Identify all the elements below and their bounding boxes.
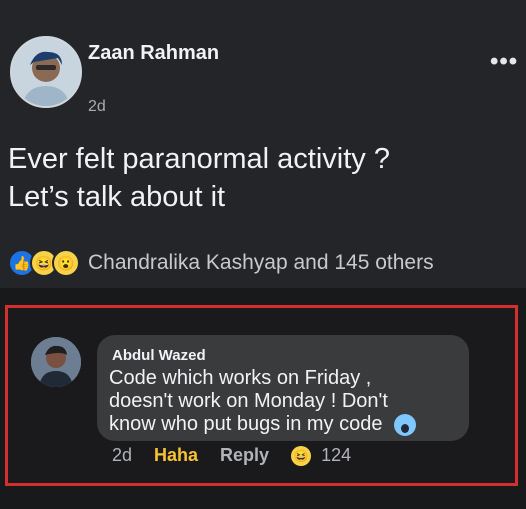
reply-button[interactable]: Reply — [220, 445, 269, 466]
comment-reaction-count: 124 — [321, 445, 352, 465]
person-avatar-image — [31, 337, 81, 387]
commenter-name[interactable]: Abdul Wazed — [112, 347, 206, 364]
comment-text: Code which works on Friday , doesn't wor… — [109, 367, 449, 436]
scared-emoji-icon — [394, 413, 417, 436]
comment-actions: 2d Haha Reply 😆 124 — [112, 445, 351, 466]
post-card: Zaan Rahman 2d ••• Ever felt paranormal … — [0, 0, 526, 288]
commenter-avatar[interactable] — [31, 337, 81, 387]
more-options-icon[interactable]: ••• — [490, 48, 518, 76]
wow-icon: 😮 — [52, 249, 80, 277]
post-text-line: Let’s talk about it — [8, 181, 226, 213]
comment-text-line: Code which works on Friday , — [109, 367, 372, 389]
haha-icon: 😆 — [291, 445, 312, 466]
haha-reaction-button[interactable]: Haha — [154, 445, 198, 466]
author-name[interactable]: Zaan Rahman — [88, 42, 219, 65]
post-text-line: Ever felt paranormal activity ? — [8, 143, 390, 175]
comment-text-segment: know who put bugs in my code — [109, 413, 383, 435]
author-avatar[interactable] — [10, 36, 82, 108]
reactors-text[interactable]: Chandralika Kashyap and 145 others — [88, 251, 434, 275]
person-avatar-image — [12, 38, 80, 106]
post-timestamp[interactable]: 2d — [88, 98, 106, 116]
post-text: Ever felt paranormal activity ? Let’s ta… — [8, 140, 518, 216]
reaction-summary[interactable]: 👍 😆 😮 Chandralika Kashyap and 145 others — [8, 249, 434, 277]
comment-text-line: know who put bugs in my code — [109, 413, 449, 436]
comment-timestamp[interactable]: 2d — [112, 445, 132, 466]
comment-reaction-summary[interactable]: 😆 124 — [291, 445, 351, 466]
comment-text-line: doesn't work on Monday ! Don't — [109, 390, 388, 412]
